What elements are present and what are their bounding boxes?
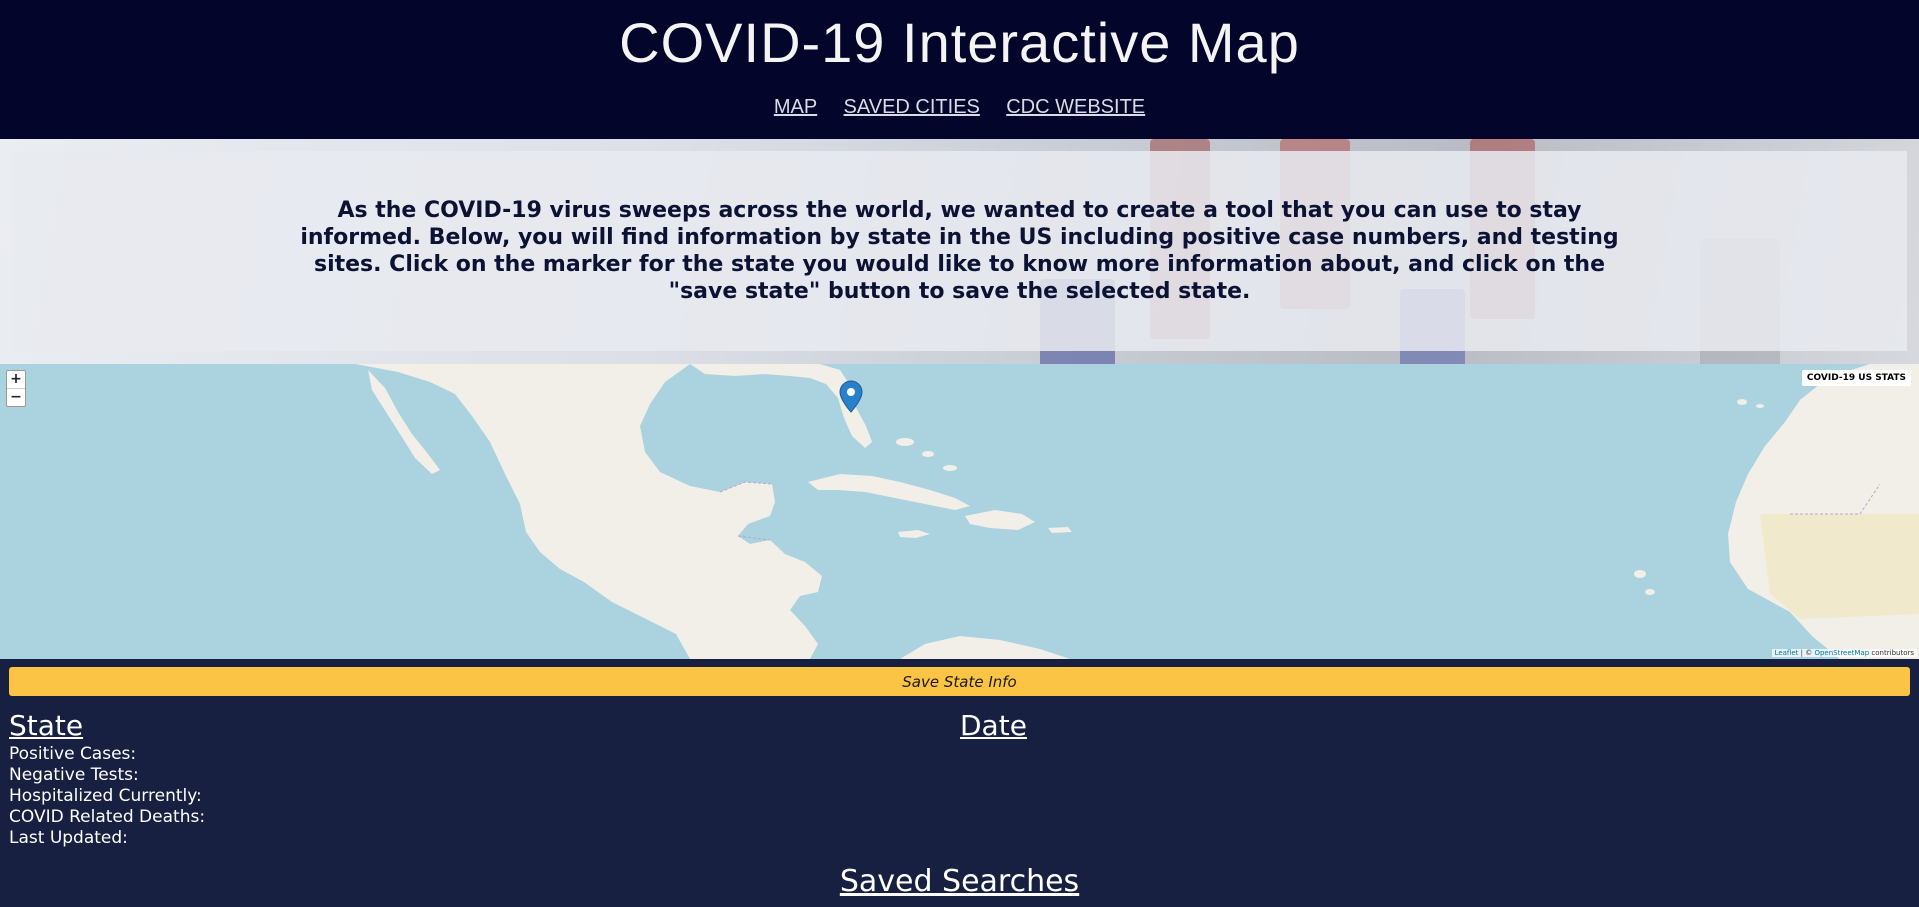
site-header: COVID-19 Interactive Map MAP SAVED CITIE… (0, 0, 1919, 139)
map-tiles (0, 364, 1919, 659)
positive-cases-label: Positive Cases: (9, 744, 137, 764)
hero-banner: As the COVID-19 virus sweeps across the … (0, 139, 1919, 364)
map-title-box: COVID-19 US STATS (1801, 370, 1911, 386)
attribution-tail: contributors (1869, 649, 1914, 657)
nav-link-map[interactable]: MAP (774, 96, 817, 118)
zoom-in-button[interactable]: + (7, 371, 25, 388)
attribution-separator: | © (1798, 649, 1815, 657)
last-updated-label: Last Updated: (9, 828, 128, 848)
nav-link-saved-cities[interactable]: SAVED CITIES (844, 96, 980, 118)
date-heading: Date (960, 709, 1027, 742)
intro-panel: As the COVID-19 virus sweeps across the … (12, 151, 1907, 351)
leaflet-link[interactable]: Leaflet (1775, 649, 1799, 657)
intro-text: As the COVID-19 virus sweeps across the … (300, 198, 1619, 304)
map-container[interactable]: + − COVID-19 US STATS Leaflet | © OpenSt… (0, 364, 1919, 659)
map-attribution: Leaflet | © OpenStreetMap contributors (1771, 649, 1917, 657)
state-heading: State (9, 709, 84, 742)
negative-tests-label: Negative Tests: (9, 765, 139, 785)
saved-searches-heading: Saved Searches (839, 864, 1080, 899)
state-stats: State Positive Cases: Negative Tests: Ho… (9, 708, 709, 849)
zoom-out-button[interactable]: − (7, 388, 25, 406)
zoom-control: + − (6, 370, 26, 407)
deaths-label: COVID Related Deaths: (9, 807, 206, 827)
openstreetmap-link[interactable]: OpenStreetMap (1814, 649, 1869, 657)
nav-link-cdc-website[interactable]: CDC WEBSITE (1006, 96, 1145, 118)
hospitalized-label: Hospitalized Currently: (9, 786, 202, 806)
save-state-button[interactable]: Save State Info (9, 667, 1910, 696)
site-title: COVID-19 Interactive Map (619, 11, 1300, 74)
main-nav: MAP SAVED CITIES CDC WEBSITE (0, 94, 1919, 119)
